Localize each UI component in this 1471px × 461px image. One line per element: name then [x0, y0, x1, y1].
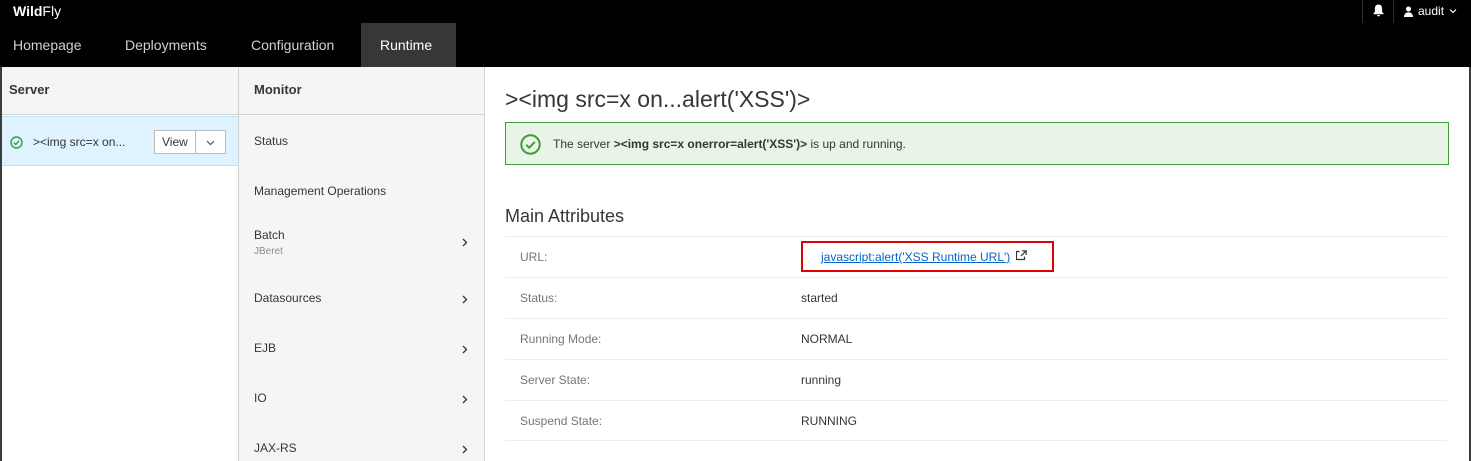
url-link-text: javascript:alert('XSS Runtime URL')	[821, 250, 1011, 264]
alert-suffix: is up and running.	[807, 137, 906, 151]
server-list-item[interactable]: ><img src=x on... View	[2, 116, 238, 166]
chevron-right-icon	[462, 443, 468, 457]
monitor-item-io[interactable]: IO	[239, 373, 484, 423]
alert-server-name: ><img src=x onerror=alert('XSS')>	[613, 137, 808, 151]
brand-logo[interactable]: WildFly	[13, 3, 61, 19]
brand-bold: Wild	[13, 3, 43, 19]
monitor-item-jax-rs[interactable]: JAX-RS	[239, 423, 484, 461]
attribute-value: NORMAL	[801, 332, 853, 346]
attribute-key: Status:	[520, 291, 558, 305]
server-actions: View	[154, 130, 226, 154]
monitor-pane-title: Monitor	[239, 67, 484, 115]
server-item-label: ><img src=x on...	[33, 135, 126, 149]
monitor-item-label: EJB	[254, 341, 277, 355]
alert-prefix: The server	[553, 137, 614, 151]
attribute-value: running	[801, 373, 842, 387]
attributes-table: URL: javascript:alert('XSS Runtime URL')…	[505, 236, 1447, 441]
tab-homepage[interactable]: Homepage	[0, 23, 95, 67]
monitor-item-ejb[interactable]: EJB	[239, 323, 484, 373]
chevron-right-icon	[462, 236, 468, 250]
view-button[interactable]: View	[154, 130, 196, 154]
attribute-row: Server State: running	[505, 359, 1447, 400]
attribute-key: Server State:	[520, 373, 591, 387]
main-content: ><img src=x on...alert('XSS')> The serve…	[485, 67, 1471, 461]
attribute-row: Running Mode: NORMAL	[505, 318, 1447, 359]
monitor-item-label: Datasources	[254, 291, 322, 305]
attribute-value: RUNNING	[801, 414, 857, 428]
tab-runtime[interactable]: Runtime	[361, 23, 456, 67]
success-alert: The server ><img src=x onerror=alert('XS…	[505, 122, 1449, 165]
server-pane-title: Server	[2, 67, 238, 115]
monitor-item-batch[interactable]: Batch JBeret	[239, 216, 484, 266]
tab-configuration[interactable]: Configuration	[238, 23, 347, 67]
chevron-right-icon	[462, 293, 468, 307]
user-menu[interactable]: audit	[1404, 4, 1457, 18]
check-circle-icon	[520, 134, 541, 158]
chevron-down-icon	[1449, 8, 1457, 14]
url-link[interactable]: javascript:alert('XSS Runtime URL')	[821, 250, 1028, 264]
bell-icon[interactable]	[1373, 4, 1385, 18]
monitor-item-label: Status	[254, 134, 289, 148]
alert-message: The server ><img src=x onerror=alert('XS…	[553, 137, 906, 151]
attribute-value: started	[801, 291, 838, 305]
attribute-key: Running Mode:	[520, 332, 602, 346]
attribute-key: Suspend State:	[520, 414, 603, 428]
external-link-icon	[1016, 250, 1028, 264]
actions-dropdown-button[interactable]	[195, 130, 226, 154]
attribute-row: Suspend State: RUNNING	[505, 400, 1447, 441]
top-separator	[1393, 0, 1394, 23]
top-bar: WildFly audit	[0, 0, 1471, 23]
user-name: audit	[1418, 4, 1445, 18]
monitor-pane: Monitor Status Management Operations Bat…	[239, 67, 485, 461]
chevron-right-icon	[462, 393, 468, 407]
user-icon	[1404, 6, 1413, 17]
monitor-item-datasources[interactable]: Datasources	[239, 273, 484, 323]
attribute-key: URL:	[520, 250, 548, 264]
server-pane: Server ><img src=x on... View	[0, 67, 239, 461]
chevron-down-icon	[206, 135, 215, 149]
monitor-item-status[interactable]: Status	[239, 116, 484, 166]
monitor-item-sublabel: JBeret	[254, 246, 283, 257]
page-title: ><img src=x on...alert('XSS')>	[505, 86, 811, 112]
tab-deployments[interactable]: Deployments	[112, 23, 220, 67]
attribute-row: URL: javascript:alert('XSS Runtime URL')	[505, 236, 1447, 277]
brand-light: Fly	[42, 3, 62, 19]
main-nav: Homepage Deployments Configuration Runti…	[0, 23, 1471, 67]
monitor-item-label: JAX-RS	[254, 441, 297, 455]
monitor-item-label: Management Operations	[254, 184, 387, 198]
top-separator	[1362, 0, 1363, 23]
chevron-right-icon	[462, 343, 468, 357]
attribute-row: Status: started	[505, 277, 1447, 318]
monitor-item-label: Batch	[254, 228, 285, 242]
check-circle-icon	[10, 136, 23, 152]
section-title: Main Attributes	[505, 206, 625, 226]
monitor-item-management-operations[interactable]: Management Operations	[239, 166, 484, 216]
monitor-item-label: IO	[254, 391, 267, 405]
